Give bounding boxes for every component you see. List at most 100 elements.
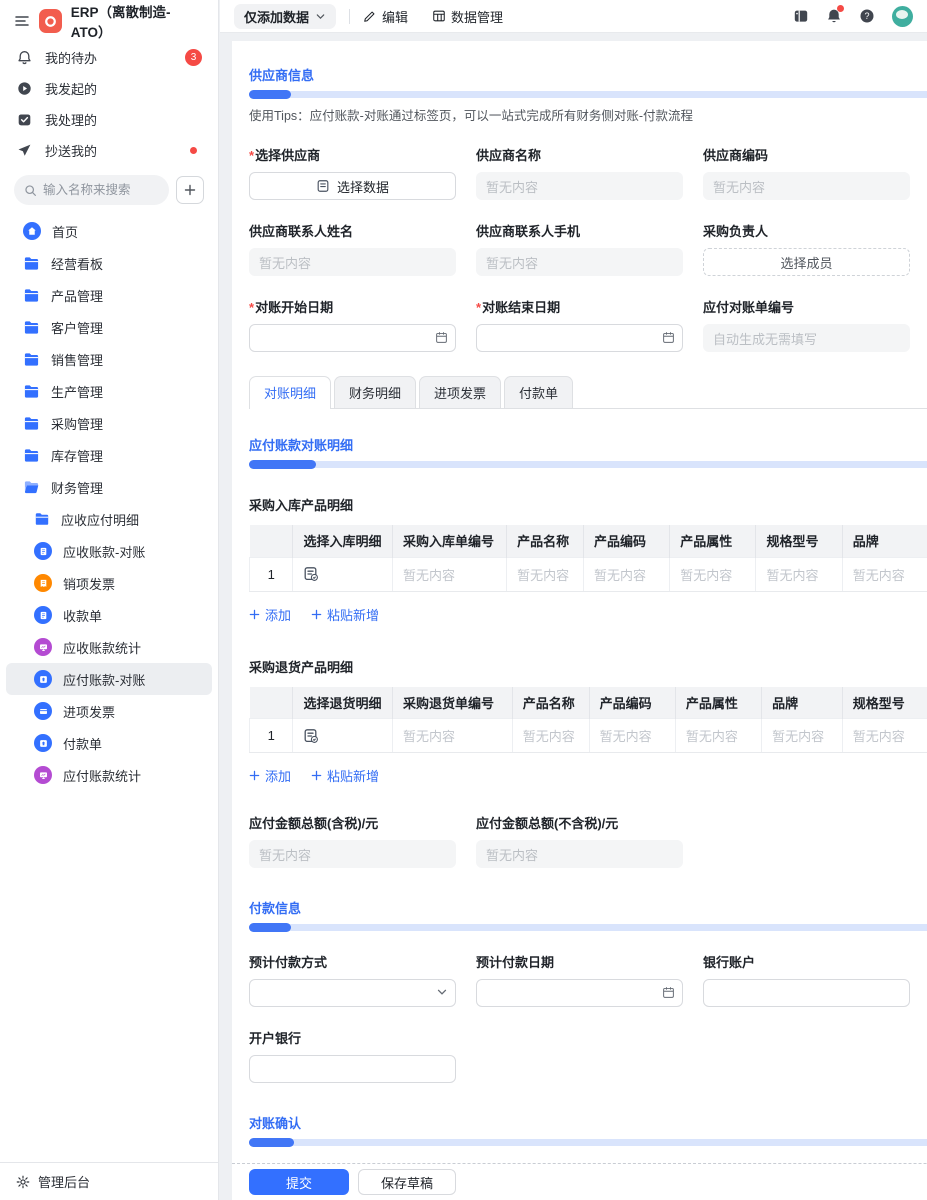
mode-dropdown[interactable]: 仅添加数据 xyxy=(234,3,337,29)
sidebar-item-customer-mgmt[interactable]: 客户管理 xyxy=(6,311,212,343)
tab-input-invoice[interactable]: 进项发票 xyxy=(419,376,502,408)
sidebar-item-ap-reconcile[interactable]: 应付账款-对账 xyxy=(6,663,212,695)
tab-payment-order[interactable]: 付款单 xyxy=(504,376,574,408)
section-title-supplier: 供应商信息 xyxy=(249,68,315,83)
sidebar-item-payment-order[interactable]: 付款单 xyxy=(6,727,212,759)
folder-icon xyxy=(23,447,40,464)
bell-icon xyxy=(16,50,33,65)
payment-date-input[interactable] xyxy=(476,979,683,1007)
field-label: 应付金额总额(不含税)/元 xyxy=(476,816,619,831)
gear-icon xyxy=(16,1175,30,1189)
save-draft-button[interactable]: 保存草稿 xyxy=(358,1169,457,1195)
monitor-chart-icon xyxy=(34,638,52,656)
help-icon[interactable]: ? xyxy=(859,8,875,24)
edit-button[interactable]: 编辑 xyxy=(363,7,408,26)
menu-icon[interactable] xyxy=(14,13,30,29)
sidebar-item-input-invoice[interactable]: 进项发票 xyxy=(6,695,212,727)
start-date-input[interactable] xyxy=(249,324,456,352)
collapse-sidebar-icon[interactable] xyxy=(793,8,809,24)
select-supplier-button[interactable]: 选择数据 xyxy=(249,172,456,200)
sidebar-item-handled-by-me[interactable]: 我处理的 xyxy=(0,104,218,135)
database-icon xyxy=(316,179,330,193)
search-icon xyxy=(24,184,37,197)
divider xyxy=(349,8,351,24)
select-inbound-record-icon[interactable] xyxy=(303,566,381,582)
folder-icon xyxy=(23,351,40,368)
table-row: 1 暂无内容 暂无内容 暂无内容 暂无内容 暂无内容 暂无内容 xyxy=(249,718,927,753)
sidebar-item-output-invoice[interactable]: 销项发票 xyxy=(6,567,212,599)
user-avatar[interactable] xyxy=(892,5,913,27)
field-label: 供应商编码 xyxy=(703,148,769,163)
sidebar-item-purchase-mgmt[interactable]: 采购管理 xyxy=(6,407,212,439)
sidebar-item-receipt-order[interactable]: 收款单 xyxy=(6,599,212,631)
return-table: 选择退货明细 采购退货单编号 产品名称 产品编码 产品属性 品牌 规格型号 1 … xyxy=(249,686,927,753)
paste-add-button[interactable]: 粘贴新增 xyxy=(311,766,379,785)
sidebar-item-business-board[interactable]: 经营看板 xyxy=(6,247,212,279)
sidebar-item-my-todo[interactable]: 我的待办 3 xyxy=(0,42,218,73)
section-progress xyxy=(249,1138,927,1147)
sidebar-item-inventory-mgmt[interactable]: 库存管理 xyxy=(6,439,212,471)
field-label: 应付对账单编号 xyxy=(703,300,795,315)
plus-icon xyxy=(249,770,260,781)
sidebar-item-ap-stats[interactable]: 应付账款统计 xyxy=(6,759,212,791)
notification-bell-icon[interactable] xyxy=(826,5,844,24)
end-date-input[interactable] xyxy=(476,324,683,352)
sidebar-item-ar-ap-detail[interactable]: 应收应付明细 xyxy=(6,503,212,535)
play-circle-icon xyxy=(16,81,33,96)
data-manage-button[interactable]: 数据管理 xyxy=(432,7,503,26)
row-index: 1 xyxy=(249,556,294,592)
sidebar-item-label: 我处理的 xyxy=(45,113,98,128)
payable-box-icon xyxy=(34,670,52,688)
row-index: 1 xyxy=(249,718,294,753)
field-label: 应付金额总额(含税)/元 xyxy=(249,816,379,831)
sidebar-item-initiated-by-me[interactable]: 我发起的 xyxy=(0,73,218,104)
add-app-button[interactable] xyxy=(176,176,204,204)
sidebar-item-ar-stats[interactable]: 应收账款统计 xyxy=(6,631,212,663)
field-label: *对账开始日期 xyxy=(249,300,334,315)
sidebar-item-product-mgmt[interactable]: 产品管理 xyxy=(6,279,212,311)
select-return-record-icon[interactable] xyxy=(303,728,381,744)
sidebar-item-finance-mgmt[interactable]: 财务管理 xyxy=(6,471,212,503)
receipt-icon xyxy=(34,574,52,592)
search-input[interactable] xyxy=(43,183,153,197)
section-title-confirm: 对账确认 xyxy=(249,1116,302,1131)
amount-tax-excluded-field: 暂无内容 xyxy=(476,840,683,868)
unread-dot xyxy=(190,147,197,154)
folder-icon xyxy=(23,287,40,304)
chevron-down-icon xyxy=(436,986,448,998)
statement-no-field: 自动生成无需填写 xyxy=(703,324,910,352)
table-grid-icon xyxy=(432,9,446,23)
tab-reconcile-detail[interactable]: 对账明细 xyxy=(249,376,332,409)
add-row-button[interactable]: 添加 xyxy=(249,605,291,624)
sidebar-item-sales-mgmt[interactable]: 销售管理 xyxy=(6,343,212,375)
calendar-icon xyxy=(662,331,675,344)
field-label: 预计付款方式 xyxy=(249,955,328,970)
bank-account-input[interactable] xyxy=(703,979,910,1007)
plus-icon xyxy=(249,609,260,620)
sidebar-item-production-mgmt[interactable]: 生产管理 xyxy=(6,375,212,407)
sidebar-item-label: 抄送我的 xyxy=(45,144,98,159)
monitor-chart-icon xyxy=(34,766,52,784)
sidebar-item-label: 我的待办 xyxy=(45,51,98,66)
table-row: 1 暂无内容 暂无内容 暂无内容 暂无内容 暂无内容 暂无内容 xyxy=(249,556,927,592)
bank-name-input[interactable] xyxy=(249,1055,456,1083)
add-row-button[interactable]: 添加 xyxy=(249,766,291,785)
admin-console-link[interactable]: 管理后台 xyxy=(0,1162,218,1200)
section-title-payment: 付款信息 xyxy=(249,901,302,916)
chevron-down-icon xyxy=(315,11,326,22)
sidebar-item-ar-reconcile[interactable]: 应收账款-对账 xyxy=(6,535,212,567)
field-label: 预计付款日期 xyxy=(476,955,555,970)
tab-finance-detail[interactable]: 财务明细 xyxy=(334,376,417,408)
payment-method-select[interactable] xyxy=(249,979,456,1007)
sidebar-search[interactable] xyxy=(14,175,169,205)
detail-tabs: 对账明细 财务明细 进项发票 付款单 xyxy=(249,376,927,409)
field-label: 采购负责人 xyxy=(703,224,769,239)
sidebar-item-home[interactable]: 首页 xyxy=(6,215,212,247)
form-footer: 提交 保存草稿 xyxy=(232,1163,927,1200)
sidebar-item-cc-to-me[interactable]: 抄送我的 xyxy=(0,135,218,166)
folder-icon xyxy=(34,511,50,527)
select-member-button[interactable]: 选择成员 xyxy=(703,248,910,276)
paste-add-button[interactable]: 粘贴新增 xyxy=(311,605,379,624)
submit-button[interactable]: 提交 xyxy=(249,1169,350,1195)
sidebar-item-label: 我发起的 xyxy=(45,82,98,97)
